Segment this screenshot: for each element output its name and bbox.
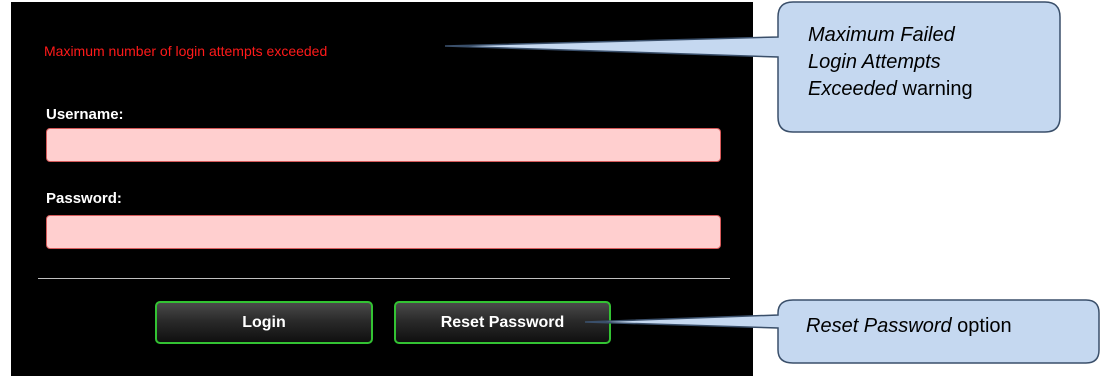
warning-callout-text: Maximum Failed Login Attempts Exceeded w…: [808, 22, 1038, 103]
reset-callout-italic: Reset Password: [806, 315, 952, 337]
warning-callout-line3-plain: warning: [896, 78, 973, 100]
reset-callout-text: Reset Password option: [806, 313, 1096, 340]
warning-callout-line1: Maximum Failed: [808, 24, 955, 46]
warning-callout-line3-italic: Exceeded: [808, 78, 897, 100]
warning-callout-line2: Login Attempts: [808, 51, 941, 73]
reset-callout-plain: option: [951, 315, 1012, 337]
